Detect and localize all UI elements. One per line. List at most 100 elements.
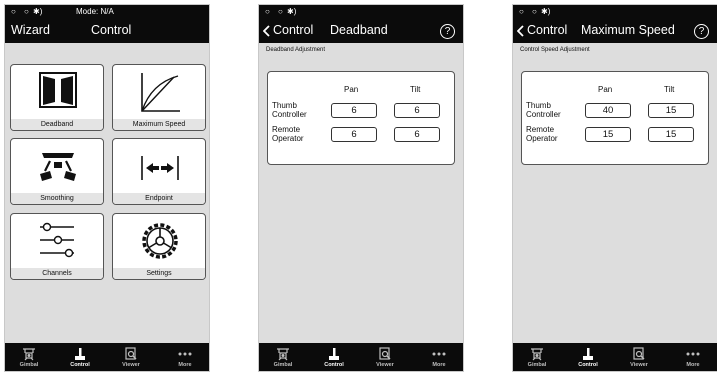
column-header-tilt: Tilt — [410, 85, 421, 94]
joystick-icon — [329, 348, 339, 360]
nav-header: Control Deadband ? — [259, 19, 463, 43]
speed-curve-icon — [141, 73, 180, 112]
gear-icon — [142, 223, 178, 259]
row-label-thumb-controller: Thumb Controller — [272, 101, 307, 119]
tab-label: Viewer — [122, 362, 140, 368]
help-icon[interactable]: ? — [694, 24, 709, 39]
tab-more[interactable]: More — [673, 347, 713, 368]
tile-endpoint[interactable]: Endpoint — [112, 138, 206, 205]
row-label-line: Thumb — [272, 101, 297, 110]
back-label: Control — [527, 23, 568, 37]
tab-viewer[interactable]: Viewer — [365, 347, 405, 368]
tile-label: Maximum Speed — [113, 119, 205, 130]
tab-label: More — [432, 362, 446, 368]
row-label-remote-operator: Remote Operator — [272, 125, 304, 143]
status-bar: ○ ○ ✱) — [513, 5, 717, 19]
page-title: Maximum Speed — [581, 23, 675, 37]
tab-viewer[interactable]: Viewer — [619, 347, 659, 368]
tile-settings[interactable]: Settings — [112, 213, 206, 280]
tab-control[interactable]: Control — [314, 347, 354, 368]
bluetooth-icon: ✱) — [33, 7, 43, 16]
thumb-tilt-field[interactable]: 15 — [648, 103, 694, 118]
remote-pan-field[interactable]: 15 — [585, 127, 631, 142]
column-header-tilt: Tilt — [664, 85, 675, 94]
row-label-line: Operator — [526, 134, 558, 143]
remote-tilt-field[interactable]: 15 — [648, 127, 694, 142]
tab-label: More — [178, 362, 192, 368]
endpoint-icon — [141, 156, 179, 180]
tile-channels[interactable]: Channels — [10, 213, 104, 280]
viewer-icon — [125, 347, 137, 360]
tab-bar: Gimbal Control Viewer More — [5, 343, 209, 371]
gimbal-icon — [277, 348, 289, 361]
remote-tilt-field[interactable]: 6 — [394, 127, 440, 142]
adjustment-panel: Pan Tilt Thumb Controller 40 15 Remote O… — [521, 71, 709, 165]
tab-label: More — [686, 362, 700, 368]
tab-viewer[interactable]: Viewer — [111, 347, 151, 368]
tab-gimbal[interactable]: Gimbal — [517, 347, 557, 368]
more-dots-icon — [178, 352, 192, 356]
sliders-icon — [40, 222, 74, 258]
tab-label: Control — [578, 362, 598, 368]
joystick-icon — [75, 348, 85, 360]
thumb-pan-field[interactable]: 40 — [585, 103, 631, 118]
joystick-icon — [583, 348, 593, 360]
thumb-tilt-field[interactable]: 6 — [394, 103, 440, 118]
row-label-line: Remote — [272, 125, 301, 134]
section-title: Control Speed Adjustment — [520, 47, 590, 53]
tile-label: Smoothing — [11, 193, 103, 204]
phone-screen-deadband: ○ ○ ✱) Control Deadband ? Deadband Adjus… — [258, 4, 464, 372]
tab-more[interactable]: More — [419, 347, 459, 368]
row-label-line: Thumb — [526, 101, 551, 110]
page-title: Deadband — [330, 23, 388, 37]
row-label-line: Controller — [526, 110, 561, 119]
section-title: Deadband Adjustment — [266, 47, 326, 53]
phone-screen-maximum-speed: ○ ○ ✱) Control Maximum Speed ? Control S… — [512, 4, 717, 372]
row-label-line: Remote — [526, 125, 555, 134]
tile-label: Endpoint — [113, 193, 205, 204]
status-bar: ○ ○ ✱) — [259, 5, 463, 19]
bluetooth-icon: ✱) — [287, 7, 297, 16]
tab-label: Control — [70, 362, 90, 368]
back-label: Control — [273, 23, 314, 37]
smoothing-icon — [40, 153, 76, 181]
chevron-left-icon — [263, 25, 270, 37]
tab-label: Gimbal — [19, 362, 39, 368]
tab-control[interactable]: Control — [60, 347, 100, 368]
more-dots-icon — [686, 352, 700, 356]
signal-dots-icon: ○ ○ — [265, 7, 286, 16]
tab-label: Control — [324, 362, 344, 368]
tile-maximum-speed[interactable]: Maximum Speed — [112, 64, 206, 131]
page-title: Control — [91, 23, 132, 37]
remote-pan-field[interactable]: 6 — [331, 127, 377, 142]
tab-label: Gimbal — [527, 362, 547, 368]
viewer-icon — [379, 347, 391, 360]
tab-gimbal[interactable]: Gimbal — [9, 347, 49, 368]
nav-header: Wizard Control — [5, 19, 209, 43]
bluetooth-icon: ✱) — [541, 7, 551, 16]
signal-dots-icon: ○ ○ — [11, 7, 32, 16]
back-button[interactable]: Control — [517, 22, 567, 40]
tile-label: Deadband — [11, 119, 103, 130]
deadband-icon — [39, 72, 77, 108]
gimbal-icon — [531, 348, 543, 361]
back-button[interactable]: Control — [263, 22, 313, 40]
gimbal-icon — [23, 348, 35, 361]
tab-control[interactable]: Control — [568, 347, 608, 368]
tab-label: Viewer — [630, 362, 648, 368]
wizard-button[interactable]: Wizard — [11, 23, 50, 37]
thumb-pan-field[interactable]: 6 — [331, 103, 377, 118]
status-bar: ○ ○ ✱) Mode: N/A — [5, 5, 209, 19]
more-dots-icon — [432, 352, 446, 356]
tab-gimbal[interactable]: Gimbal — [263, 347, 303, 368]
tab-label: Gimbal — [273, 362, 293, 368]
chevron-left-icon — [517, 25, 524, 37]
tile-smoothing[interactable]: Smoothing — [10, 138, 104, 205]
tile-deadband[interactable]: Deadband — [10, 64, 104, 131]
nav-header: Control Maximum Speed ? — [513, 19, 717, 43]
viewer-icon — [633, 347, 645, 360]
tab-bar: Gimbal Control Viewer More — [259, 343, 463, 371]
tab-more[interactable]: More — [165, 347, 205, 368]
help-icon[interactable]: ? — [440, 24, 455, 39]
row-label-line: Controller — [272, 110, 307, 119]
